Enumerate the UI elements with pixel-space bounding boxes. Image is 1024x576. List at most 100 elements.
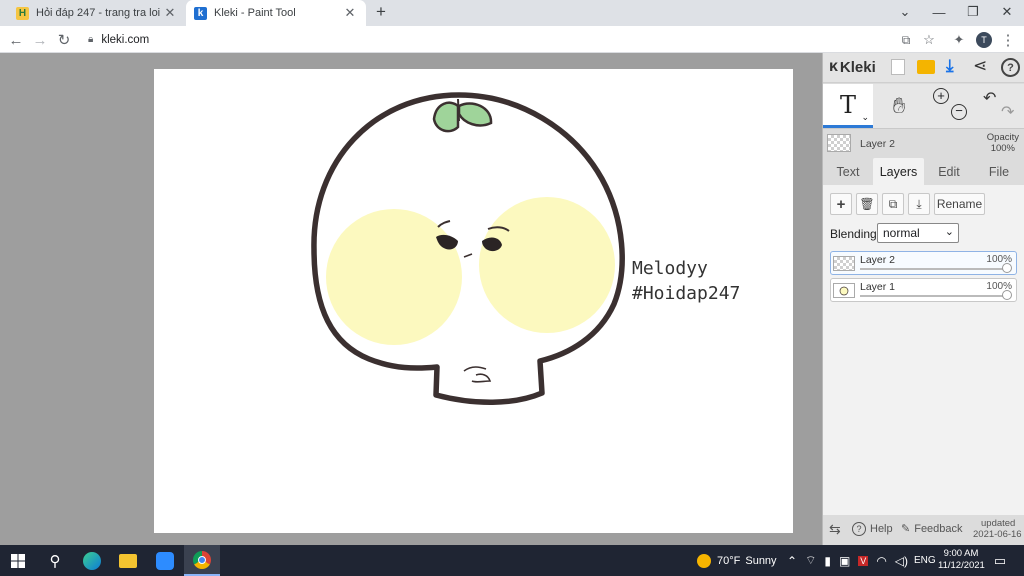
layers-panel: + 🗑︎ ⧉ ⤓ Rename Blending normal ⌄ Layer …: [823, 185, 1024, 515]
restore-button[interactable]: ❐: [956, 0, 990, 24]
translate-icon: ⧉: [901, 32, 911, 47]
kleki-logo-icon: ᴋ: [829, 58, 838, 75]
profile-button[interactable]: T: [973, 29, 995, 51]
kebab-menu-icon: ⋮: [1000, 32, 1016, 49]
chevron-up-icon[interactable]: ⌃: [787, 554, 797, 568]
tool-row: T ⌄ ✋︎ + − ↶ ↷: [823, 84, 1024, 128]
blending-select[interactable]: normal ⌄: [877, 223, 959, 243]
file-explorer-button[interactable]: [110, 545, 146, 576]
star-icon: ☆: [923, 32, 935, 47]
share-icon[interactable]: ⋖: [973, 56, 987, 76]
zoom-out-icon[interactable]: −: [951, 104, 967, 120]
kleki-favicon-icon: k: [194, 6, 207, 20]
hand-icon: ✋︎: [892, 93, 906, 118]
kleki-sidebar: ᴋ Kleki ⤓ ⋖ ? T ⌄ ✋︎ + − ↶ ↷ Layer 2 Opa…: [822, 53, 1024, 545]
camera-icon[interactable]: ▣: [839, 554, 850, 568]
tab-edit[interactable]: Edit: [924, 158, 974, 185]
zoom-in-icon[interactable]: +: [933, 88, 949, 104]
bookmark-button[interactable]: ☆: [918, 29, 940, 51]
volume-icon[interactable]: ◁): [895, 554, 908, 568]
layer-row-layer2[interactable]: Layer 2 100%: [830, 251, 1017, 275]
close-tab-icon[interactable]: ✕: [342, 5, 358, 21]
windows-taskbar: ⚲ 70°F Sunny ⌃ ⌔ ▮ ▣ V ◠ ◁) ENG 9:00 AM …: [0, 545, 1024, 576]
language-indicator[interactable]: ENG: [914, 545, 936, 576]
chevron-down-icon: ⌄: [861, 112, 869, 122]
add-layer-button[interactable]: +: [830, 193, 852, 215]
browser-menu-button[interactable]: ⋮: [997, 29, 1019, 51]
drawing-canvas[interactable]: Melodyy #Hoidap247: [154, 69, 793, 533]
stem: [457, 98, 460, 122]
tab-hoidap247[interactable]: H Hỏi đáp 247 - trang tra loi ✕: [8, 0, 186, 26]
edge-taskbar-button[interactable]: [74, 545, 110, 576]
undo-icon[interactable]: ↶: [983, 88, 996, 108]
plus-icon: +: [376, 2, 386, 21]
browser-toolbar: ← → ↻ 🔒︎ kleki.com ⧉ ☆ ✦ T ⋮: [0, 26, 1024, 53]
weather-widget[interactable]: 70°F Sunny: [697, 545, 777, 576]
network-icon[interactable]: ⌔: [805, 553, 816, 568]
back-button[interactable]: ←: [5, 29, 27, 51]
hand-tool-button[interactable]: ✋︎: [879, 84, 919, 128]
blending-label: Blending: [830, 227, 877, 241]
updated-label: updated: [981, 518, 1016, 529]
kleki-footer: ⇆ ? Help ✎ Feedback updated 2021-06-16: [823, 515, 1024, 545]
duplicate-icon: ⧉: [888, 196, 898, 211]
redo-icon[interactable]: ↷: [1001, 102, 1014, 122]
opacity-value: 100%: [990, 143, 1015, 154]
kleki-logo[interactable]: ᴋ Kleki: [829, 58, 876, 76]
zoom-app-button[interactable]: [147, 545, 183, 576]
text-tool-button[interactable]: T ⌄: [823, 84, 873, 128]
swap-sides-icon[interactable]: ⇆: [829, 521, 841, 538]
tab-search-button[interactable]: ⌄: [888, 0, 922, 24]
merge-layer-button[interactable]: ⤓: [908, 193, 930, 215]
canvas-text-line2: #Hoidap247: [632, 283, 740, 304]
delete-layer-button[interactable]: 🗑︎: [856, 193, 878, 215]
canvas-workspace[interactable]: Melodyy #Hoidap247: [0, 53, 822, 545]
translate-button[interactable]: ⧉: [895, 29, 917, 51]
start-button[interactable]: [0, 545, 36, 576]
close-tab-icon[interactable]: ✕: [162, 5, 178, 21]
url-text: kleki.com: [101, 33, 150, 46]
layer-name: Layer 2: [860, 254, 896, 266]
feedback-button[interactable]: ✎ Feedback: [901, 522, 963, 536]
vpn-icon[interactable]: V: [858, 555, 869, 566]
clock-date: 11/12/2021: [938, 560, 985, 571]
reload-icon: ↻: [57, 32, 71, 49]
layer-row-layer1[interactable]: Layer 1 100%: [830, 278, 1017, 302]
sun-icon: [697, 553, 711, 568]
tab-layers[interactable]: Layers: [873, 158, 924, 185]
clock[interactable]: 9:00 AM 11/12/2021: [938, 548, 985, 572]
open-folder-icon[interactable]: [917, 60, 935, 74]
folder-icon: [119, 553, 137, 568]
chevron-down-icon: ⌄: [944, 226, 954, 238]
help-button[interactable]: ? Help: [852, 522, 893, 536]
download-icon[interactable]: ⤓: [946, 56, 954, 76]
microphone-icon[interactable]: ▮: [824, 554, 831, 568]
reload-button[interactable]: ↻: [53, 29, 75, 51]
chrome-taskbar-button[interactable]: [184, 545, 220, 576]
layer-opacity-slider[interactable]: [860, 295, 1008, 297]
search-button[interactable]: ⚲: [37, 545, 73, 576]
forward-button[interactable]: →: [29, 29, 51, 51]
puzzle-icon: ✦: [953, 32, 965, 47]
notifications-button[interactable]: ▭: [986, 545, 1014, 576]
minimize-button[interactable]: —: [922, 0, 956, 24]
tab-file[interactable]: File: [974, 158, 1024, 185]
chevron-down-icon: ⌄: [899, 4, 911, 19]
active-layer-info: Layer 2 Opacity 100%: [823, 128, 1024, 158]
tab-kleki[interactable]: k Kleki - Paint Tool ✕: [186, 0, 366, 26]
layer-opacity-slider[interactable]: [860, 268, 1008, 270]
tab-text[interactable]: Text: [823, 158, 873, 185]
address-bar[interactable]: 🔒︎ kleki.com: [82, 29, 952, 50]
slider-knob[interactable]: [1002, 263, 1012, 273]
duplicate-layer-button[interactable]: ⧉: [882, 193, 904, 215]
help-icon[interactable]: ?: [1001, 58, 1020, 77]
extensions-button[interactable]: ✦: [948, 29, 970, 51]
close-window-button[interactable]: ✕: [990, 0, 1024, 24]
new-tab-button[interactable]: +: [366, 0, 396, 24]
new-image-icon[interactable]: [891, 59, 905, 75]
rename-layer-button[interactable]: Rename: [934, 193, 985, 215]
wifi-icon[interactable]: ◠: [876, 554, 886, 568]
panel-tabs: Text Layers Edit File: [823, 158, 1024, 185]
feedback-icon: ✎: [901, 523, 911, 535]
slider-knob[interactable]: [1002, 290, 1012, 300]
